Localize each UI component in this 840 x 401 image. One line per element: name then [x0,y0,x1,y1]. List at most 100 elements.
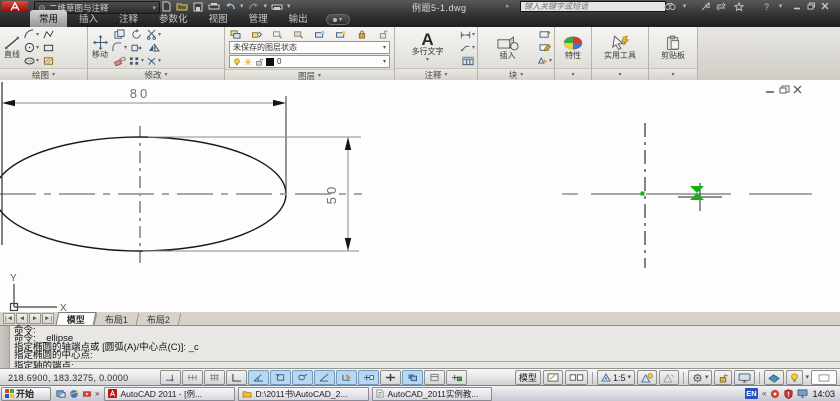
communication-center-icon[interactable] [714,1,727,12]
3d-object-snap-toggle[interactable] [292,370,313,385]
dynamic-input-toggle[interactable] [358,370,379,385]
tab-model[interactable]: 模型 [56,312,97,325]
quick-launch-overflow-icon[interactable]: » [95,389,99,398]
move-button[interactable]: 移动 [90,35,110,59]
rectangle-button[interactable] [41,42,56,54]
subscription-wrench-icon[interactable] [698,1,711,12]
panel-modify-label[interactable]: 修改▾ [88,68,224,80]
layer-lock-button[interactable] [356,28,369,40]
hardware-acceleration-button[interactable] [734,370,755,385]
media-player-icon[interactable] [82,389,92,399]
table-button[interactable] [460,55,475,67]
help-icon[interactable]: ? [760,1,773,12]
panel-utilities-label[interactable]: ▾ [592,68,648,80]
status-menu-chevron-icon[interactable]: ▾ [805,374,809,381]
multileader-button[interactable]: ▾ [460,42,475,54]
tab-insert[interactable]: 插入 [70,10,107,27]
layer-off-button[interactable] [335,28,348,40]
hatch-button[interactable] [41,55,56,67]
tray-display-icon[interactable] [797,389,808,398]
panel-clipboard-label[interactable]: ▾ [649,68,697,80]
model-space-button[interactable]: 模型 [515,370,541,385]
stretch-button[interactable] [129,42,144,54]
language-indicator[interactable]: EN [745,388,758,399]
layer-dropdown[interactable]: 0 ▾ [229,55,390,68]
taskbar-item-autocad[interactable]: AutoCAD 2011 - [例... [104,387,235,401]
panel-annotation-label[interactable]: 注释▾ [395,68,477,80]
help-dropdown-icon[interactable]: ▾ [774,1,787,12]
show-desktop-icon[interactable] [56,389,66,399]
selection-cycling-toggle[interactable] [446,370,467,385]
restore-button[interactable] [806,1,816,10]
favorites-star-icon[interactable] [732,1,745,12]
tab-view[interactable]: 视图 [200,10,237,27]
qat-dropdown-icon[interactable]: ▾ [287,3,291,10]
layer-match-button[interactable] [250,28,263,40]
mtext-button[interactable]: A 多行文字 ▾ [397,32,458,64]
layer-unlock-button[interactable] [377,28,390,40]
tab-parametric[interactable]: 参数化 [150,10,197,27]
tray-media-icon[interactable] [770,389,780,399]
panel-block-label[interactable]: 块▾ [478,68,554,80]
search-input[interactable] [520,1,666,12]
drawing-canvas[interactable]: 80 50 Y X [0,80,840,312]
auto-annotation-scale-button[interactable] [659,370,679,385]
layer-state-dropdown[interactable]: 未保存的图层状态▾ [229,41,390,54]
tab-annotate[interactable]: 注释 [110,10,147,27]
lineweight-toggle[interactable] [380,370,401,385]
erase-button[interactable] [112,55,127,67]
polyline-button[interactable] [41,29,56,41]
annotation-visibility-button[interactable] [637,370,657,385]
tray-security-shield-icon[interactable] [784,389,793,399]
close-button[interactable] [820,1,830,10]
search-binoculars-icon[interactable] [663,1,676,12]
arc-button[interactable]: ▾ [24,29,39,41]
circle-button[interactable]: ▾ [24,42,39,54]
infer-constraints-toggle[interactable] [160,370,181,385]
object-snap-tracking-toggle[interactable] [314,370,335,385]
copy-button[interactable] [112,29,127,41]
trim-button[interactable]: ▾ [146,29,161,41]
array-button[interactable]: ▾ [129,55,144,67]
fillet-button[interactable]: ▾ [112,42,127,54]
autocad-logo-button[interactable] [2,1,28,12]
panel-draw-label[interactable]: 绘图▾ [0,68,87,80]
rotate-button[interactable] [129,29,144,41]
undo-dropdown-icon[interactable]: ▾ [240,3,244,10]
layer-properties-button[interactable] [229,28,242,40]
quick-view-drawings-button[interactable] [565,370,588,385]
tab-home[interactable]: 常用 [30,10,67,27]
start-button[interactable]: 开始 [1,387,51,401]
tray-collapse-icon[interactable]: « [762,389,766,398]
command-window[interactable]: 命令: 命令: _ellipse 指定椭圆的轴端点或 [圆弧(A)/中心点(C)… [0,325,840,369]
clipboard-button[interactable]: 剪贴板 [659,35,687,60]
tab-layout1[interactable]: 布局1 [94,313,139,325]
block-attributes-button[interactable]: ▾ [537,55,552,67]
toolbar-lock-button[interactable] [714,370,732,385]
internet-explorer-icon[interactable] [69,389,79,399]
tab-output[interactable]: 输出 [280,10,317,27]
layout-nav-buttons[interactable]: |◄◄►►| [0,313,57,324]
create-attribute-button[interactable] [537,42,552,54]
transparency-toggle[interactable] [402,370,423,385]
tab-layout2[interactable]: 布局2 [136,313,181,325]
coordinate-readout[interactable]: 218.6900, 183.3275, 0.0000 [0,373,160,383]
mirror-button[interactable] [146,42,161,54]
redo-dropdown-icon[interactable]: ▾ [264,3,268,10]
object-snap-toggle[interactable] [270,370,291,385]
taskbar-item-folder[interactable]: D:\2011书\AutoCAD_2... [238,387,369,401]
minimize-button[interactable] [792,1,802,10]
workspace-switch-button[interactable]: ▾ [688,370,713,385]
linear-dimension-button[interactable]: ▾ [460,29,475,41]
edit-attribute-button[interactable] [537,29,552,41]
polar-tracking-toggle[interactable] [248,370,269,385]
search-dropdown-icon[interactable]: ▾ [678,1,691,12]
dynamic-ucs-toggle[interactable] [336,370,357,385]
layer-freeze-button[interactable] [314,28,327,40]
annotation-scale-button[interactable]: 1:5▾ [597,370,635,385]
performance-bulb-button[interactable] [786,370,803,385]
quick-view-layouts-button[interactable] [543,370,563,385]
snap-toggle[interactable] [182,370,203,385]
utilities-button[interactable]: 实用工具 [602,35,638,60]
viewport-window-controls[interactable] [766,86,801,93]
